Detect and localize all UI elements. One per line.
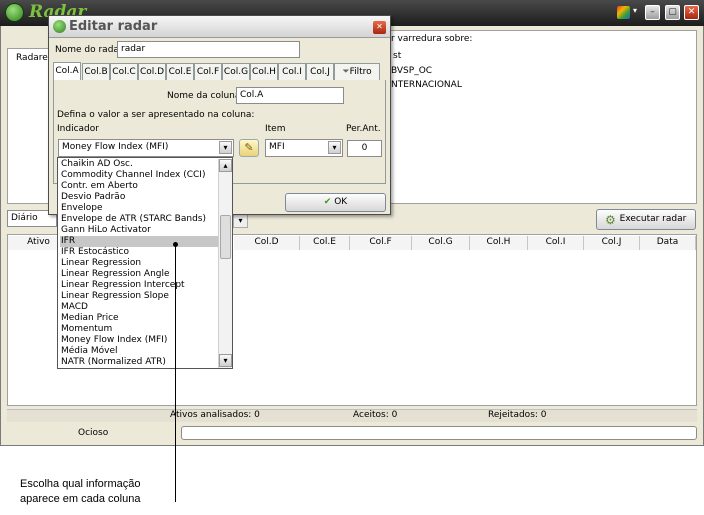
per-ant-label: Per.Ant.	[346, 124, 381, 134]
tab-col-a[interactable]: Col.A	[53, 62, 81, 81]
ok-label: OK	[334, 197, 348, 207]
tab-col-j[interactable]: Col.J	[306, 63, 334, 81]
palette-icon[interactable]	[617, 6, 630, 19]
indicador-select[interactable]: Money Flow Index (MFI) ▾	[58, 139, 234, 157]
column-header-col-e[interactable]: Col.E	[300, 236, 350, 250]
varredura-item[interactable]: st	[393, 51, 401, 61]
callout-line-2: aparece em cada coluna	[20, 493, 141, 505]
nome-radar-label: Nome do radar	[55, 45, 123, 55]
executar-label: Executar radar	[619, 214, 687, 224]
defina-label: Defina o valor a ser apresentado na colu…	[57, 110, 255, 120]
state-label: Ocioso	[78, 428, 109, 438]
scroll-thumb[interactable]	[220, 215, 231, 259]
item-select[interactable]: MFI ▾	[265, 139, 343, 157]
dropdown-item[interactable]: MACD	[60, 302, 218, 313]
dropdown-item[interactable]: Money Flow Index (MFI)	[60, 335, 218, 346]
nome-coluna-input[interactable]: Col.A	[236, 87, 344, 104]
item-value: MFI	[269, 142, 285, 152]
tab-col-e[interactable]: Col.E	[166, 63, 194, 81]
varredura-panel	[387, 30, 697, 204]
executar-radar-button[interactable]: ⚙ Executar radar	[596, 209, 696, 230]
gear-icon: ⚙	[605, 213, 616, 227]
varredura-item[interactable]: NTERNACIONAL	[391, 80, 462, 90]
indicador-dropdown-list[interactable]: Chaikin AD Osc. Commodity Channel Index (…	[57, 157, 233, 369]
varredura-item[interactable]: BVSP_OC	[391, 66, 432, 76]
dropdown-item[interactable]: Linear Regression	[60, 258, 218, 269]
close-button[interactable]: ✕	[684, 5, 699, 20]
scroll-down-button[interactable]: ▾	[219, 354, 232, 367]
dropdown-item[interactable]: Contr. em Aberto	[60, 181, 218, 192]
dropdown-item[interactable]: Commodity Channel Index (CCI)	[60, 170, 218, 181]
column-header-col-g[interactable]: Col.G	[412, 236, 470, 250]
column-header-data[interactable]: Data	[640, 236, 696, 250]
callout-line-1: Escolha qual informação	[20, 478, 141, 490]
dropdown-item[interactable]: Linear Regression Angle	[60, 269, 218, 280]
period-value: Diário	[11, 213, 38, 223]
dropdown-item[interactable]: IFR	[60, 236, 218, 247]
status-aceitos: Aceitos: 0	[353, 410, 398, 420]
tab-col-g[interactable]: Col.G	[222, 63, 250, 81]
column-header-col-j[interactable]: Col.J	[584, 236, 640, 250]
status-analisados: Ativos analisados: 0	[170, 410, 260, 420]
edit-pencil-button[interactable]: ✎	[239, 139, 259, 157]
tab-filtro-label: Filtro	[349, 67, 372, 77]
dialog-logo-icon	[53, 20, 66, 33]
column-header-col-h[interactable]: Col.H	[470, 236, 528, 250]
radar-logo-icon	[5, 3, 24, 22]
dialog-close-button[interactable]: ✕	[373, 21, 386, 34]
item-label: Item	[265, 124, 286, 134]
column-header-col-d[interactable]: Col.D	[234, 236, 300, 250]
tab-col-f[interactable]: Col.F	[194, 63, 222, 81]
dropdown-item[interactable]: Envelope	[60, 203, 218, 214]
per-ant-input[interactable]: 0	[347, 140, 382, 157]
column-header-col-i[interactable]: Col.I	[528, 236, 584, 250]
scrollbar[interactable]: ▴ ▾	[218, 159, 232, 368]
progress-bar	[181, 426, 697, 440]
dropdown-item[interactable]: Média Móvel	[60, 346, 218, 357]
nome-radar-input[interactable]: radar	[117, 41, 300, 58]
minimize-button[interactable]: –	[645, 5, 660, 20]
dropdown-item[interactable]: Momentum	[60, 324, 218, 335]
tab-col-i[interactable]: Col.I	[278, 63, 306, 81]
chevron-down-icon[interactable]: ▾	[328, 141, 341, 154]
tab-col-b[interactable]: Col.B	[82, 63, 110, 81]
filter-icon: ⏷	[342, 67, 350, 77]
dropdown-item[interactable]: Envelope de ATR (STARC Bands)	[60, 214, 218, 225]
tab-col-d[interactable]: Col.D	[138, 63, 166, 81]
dropdown-item[interactable]: Median Price	[60, 313, 218, 324]
chevron-down-icon[interactable]: ▾	[219, 141, 232, 154]
dialog-title: Editar radar	[69, 19, 158, 34]
scroll-up-button[interactable]: ▴	[219, 159, 232, 172]
dropdown-item[interactable]: Linear Regression Slope	[60, 291, 218, 302]
indicador-value: Money Flow Index (MFI)	[62, 142, 169, 152]
dropdown-item[interactable]: IFR Estocástico	[60, 247, 218, 258]
varredura-label: r varredura sobre:	[391, 34, 473, 44]
combo-stub[interactable]: ▾	[233, 214, 248, 228]
maximize-button[interactable]: ▢	[665, 5, 680, 20]
status-rejeitados: Rejeitados: 0	[488, 410, 547, 420]
callout-line	[175, 244, 176, 502]
tab-filtro[interactable]: ⏷Filtro	[334, 63, 380, 81]
indicador-label: Indicador	[57, 124, 99, 134]
radares-panel	[7, 48, 51, 204]
ok-button[interactable]: ✔ OK	[285, 193, 386, 212]
nome-coluna-label: Nome da coluna	[167, 91, 241, 101]
chevron-down-icon[interactable]: ▾	[633, 6, 637, 15]
column-header-col-f[interactable]: Col.F	[350, 236, 412, 250]
tab-col-c[interactable]: Col.C	[110, 63, 138, 81]
callout-dot	[173, 242, 178, 247]
dropdown-item[interactable]: Chaikin AD Osc.	[60, 159, 218, 170]
status-bar	[7, 409, 697, 422]
check-icon: ✔	[323, 197, 332, 207]
tab-col-h[interactable]: Col.H	[250, 63, 278, 81]
dropdown-item[interactable]: NATR (Normalized ATR)	[60, 357, 218, 368]
dropdown-item[interactable]: Linear Regression Intercept	[60, 280, 218, 291]
dropdown-item[interactable]: Gann HiLo Activator	[60, 225, 218, 236]
dropdown-item[interactable]: Desvio Padrão	[60, 192, 218, 203]
